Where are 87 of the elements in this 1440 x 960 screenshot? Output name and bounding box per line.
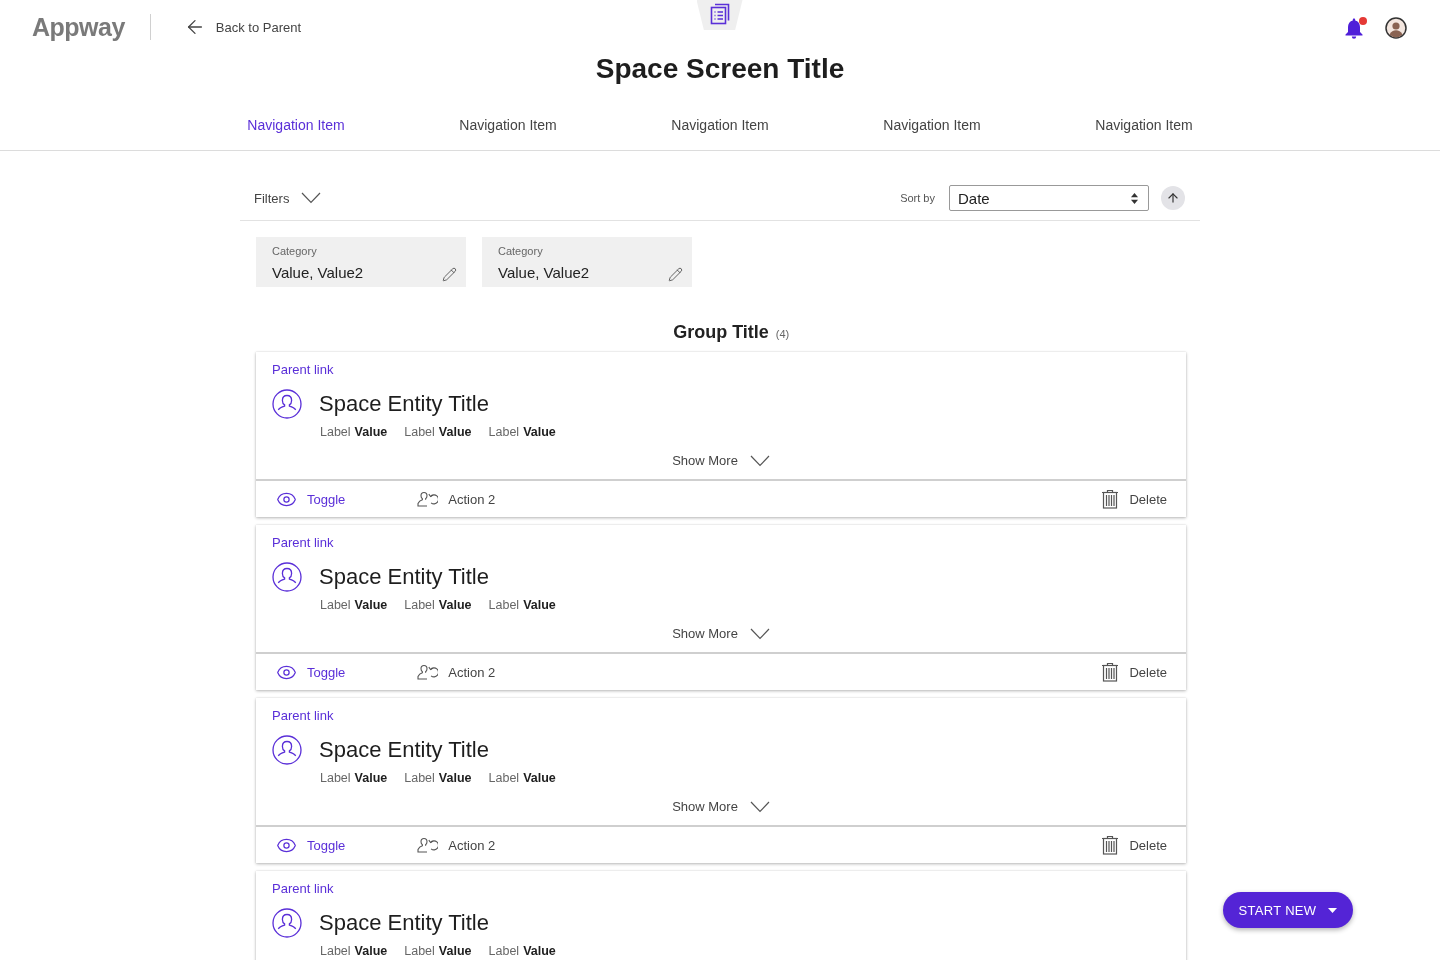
nav-tab[interactable]: Navigation Item <box>1038 108 1250 142</box>
entity-title: Space Entity Title <box>319 563 489 591</box>
action-button[interactable]: Action 2 <box>417 837 496 853</box>
field-value: Value <box>523 424 556 441</box>
user-icon <box>272 908 302 938</box>
action-button[interactable]: Action 2 <box>417 664 496 680</box>
sort-label: Sort by <box>900 192 935 204</box>
chevron-down-icon <box>749 455 770 467</box>
nav-tab[interactable]: Navigation Item <box>190 108 402 142</box>
field-value: Value <box>523 597 556 614</box>
user-icon <box>272 389 302 419</box>
field-value: Value <box>354 770 388 787</box>
parent-link[interactable]: Parent link <box>272 880 334 898</box>
show-more-button[interactable]: Show More <box>672 451 770 471</box>
show-more-button[interactable]: Show More <box>672 797 770 817</box>
field-value: Value <box>438 424 472 441</box>
toggle-button[interactable]: Toggle <box>276 661 346 683</box>
action-button[interactable]: Action 2 <box>417 491 496 507</box>
field-label: Label <box>320 943 351 960</box>
nav-tab[interactable]: Navigation Item <box>826 108 1038 142</box>
filter-chip[interactable]: Category Value, Value2 <box>482 237 692 287</box>
group-count: (4) <box>775 328 790 340</box>
nav-tab[interactable]: Navigation Item <box>614 108 826 142</box>
entity-title: Space Entity Title <box>319 909 489 937</box>
field-label: Label <box>320 424 351 441</box>
user-icon <box>272 735 302 765</box>
field-label: Label <box>404 597 435 614</box>
nav-tab[interactable]: Navigation Item <box>402 108 614 142</box>
parent-link[interactable]: Parent link <box>272 361 334 379</box>
field-label: Label <box>404 943 435 960</box>
person-arrow-icon <box>417 664 439 680</box>
caret-icon <box>1328 907 1338 913</box>
chip-value: Value, Value2 <box>272 262 365 283</box>
field-value: Value <box>354 424 388 441</box>
parent-link[interactable]: Parent link <box>272 534 334 552</box>
start-new-button[interactable]: START NEW <box>1223 892 1353 928</box>
field-label: Label <box>320 770 351 787</box>
entity-title: Space Entity Title <box>319 736 489 764</box>
field-label: Label <box>488 770 520 787</box>
field-label: Label <box>488 597 520 614</box>
show-more-button[interactable]: Show More <box>672 624 770 644</box>
arrow-up-icon <box>1166 191 1180 205</box>
field-label: Label <box>488 424 520 441</box>
page-title: Space Screen Title <box>594 52 846 86</box>
chevron-down-icon <box>301 192 322 204</box>
field-value: Value <box>523 943 556 960</box>
select-arrows-icon <box>1131 192 1138 204</box>
field-value: Value <box>523 770 556 787</box>
filters-button[interactable]: Filters <box>254 190 322 206</box>
trash-icon <box>1101 489 1120 509</box>
trash-icon <box>1101 662 1120 682</box>
avatar-icon[interactable] <box>1385 17 1407 39</box>
entity-title: Space Entity Title <box>319 390 489 418</box>
field-value: Value <box>354 943 388 960</box>
delete-button[interactable]: Delete <box>1101 489 1167 509</box>
pencil-icon[interactable] <box>668 266 683 282</box>
field-label: Label <box>488 943 520 960</box>
parent-link[interactable]: Parent link <box>272 707 334 725</box>
chevron-down-icon <box>749 628 770 640</box>
bell-icon[interactable] <box>1343 17 1365 39</box>
user-icon <box>272 562 302 592</box>
field-value: Value <box>354 597 388 614</box>
field-label: Label <box>404 770 435 787</box>
group-title: Group Title <box>673 321 769 344</box>
field-value: Value <box>438 597 472 614</box>
toggle-button[interactable]: Toggle <box>276 488 346 510</box>
logo[interactable]: Appway <box>32 12 125 42</box>
back-link[interactable]: Back to Parent <box>183 16 302 38</box>
chip-value: Value, Value2 <box>498 262 591 283</box>
field-label: Label <box>320 597 351 614</box>
field-value: Value <box>438 770 472 787</box>
chevron-down-icon <box>749 801 770 813</box>
chip-category: Category <box>272 244 318 259</box>
toggle-button[interactable]: Toggle <box>276 834 346 856</box>
person-arrow-icon <box>417 491 439 507</box>
sort-select[interactable]: Date <box>949 185 1149 211</box>
documents-icon <box>709 3 730 25</box>
trash-icon <box>1101 835 1120 855</box>
filter-chip[interactable]: Category Value, Value2 <box>256 237 466 287</box>
field-value: Value <box>438 943 472 960</box>
delete-button[interactable]: Delete <box>1101 662 1167 682</box>
chip-category: Category <box>498 244 544 259</box>
person-arrow-icon <box>417 837 439 853</box>
pencil-icon[interactable] <box>442 266 457 282</box>
field-label: Label <box>404 424 435 441</box>
delete-button[interactable]: Delete <box>1101 835 1167 855</box>
sort-direction-button[interactable] <box>1161 186 1185 210</box>
